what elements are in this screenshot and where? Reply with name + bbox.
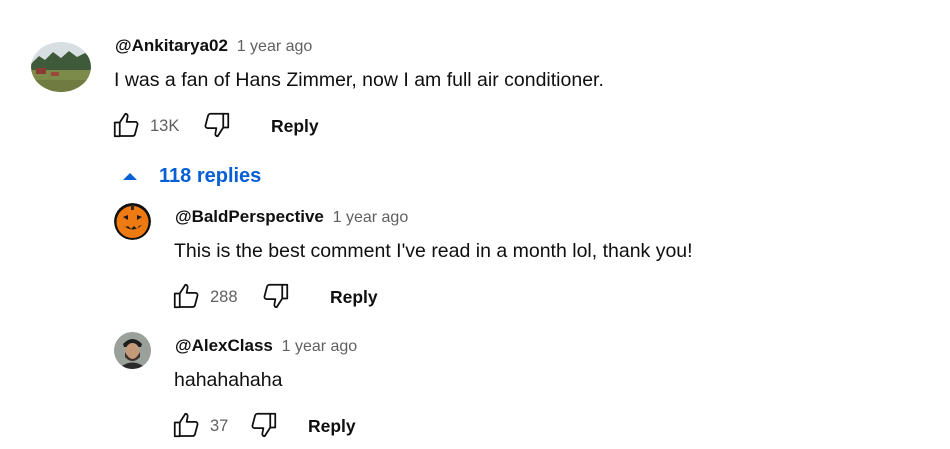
dislike-button[interactable] — [202, 110, 232, 140]
like-button[interactable] — [171, 281, 201, 311]
thumbs-down-icon — [204, 112, 230, 138]
person-photo-avatar-icon — [114, 332, 151, 369]
reply-item: @AlexClass 1 year ago hahahahaha 37 Repl… — [0, 325, 950, 449]
like-count: 13K — [150, 117, 180, 135]
landscape-photo-avatar-icon — [31, 42, 91, 92]
reply-timestamp[interactable]: 1 year ago — [282, 338, 358, 355]
avatar[interactable] — [114, 203, 151, 240]
replies-toggle-button[interactable]: 118 replies — [122, 163, 261, 189]
thumbs-up-icon — [173, 283, 199, 309]
dislike-button[interactable] — [261, 281, 291, 311]
thumbs-down-icon — [251, 412, 277, 438]
avatar[interactable] — [31, 42, 91, 92]
reply-header: @AlexClass 1 year ago — [175, 336, 357, 357]
reply-item: @BaldPerspective 1 year ago This is the … — [0, 195, 950, 320]
reply-author[interactable]: @BaldPerspective — [175, 207, 324, 226]
reply-button[interactable]: Reply — [308, 416, 356, 436]
thumbs-up-icon — [113, 112, 139, 138]
caret-up-icon — [123, 173, 137, 180]
like-button[interactable] — [111, 110, 141, 140]
reply-text: This is the best comment I've read in a … — [174, 240, 693, 262]
like-count: 288 — [210, 288, 238, 306]
reply-header: @BaldPerspective 1 year ago — [175, 207, 408, 228]
thumbs-down-icon — [263, 283, 289, 309]
reply-timestamp[interactable]: 1 year ago — [333, 209, 409, 226]
replies-count-label: 118 replies — [159, 165, 262, 187]
reply-button[interactable]: Reply — [330, 287, 378, 307]
reply-author[interactable]: @AlexClass — [175, 336, 273, 355]
like-button[interactable] — [171, 410, 201, 440]
dislike-button[interactable] — [249, 410, 279, 440]
thumbs-up-icon — [173, 412, 199, 438]
jack-o-lantern-avatar-icon — [114, 203, 151, 240]
comment-thread: @Ankitarya02 1 year ago I was a fan of H… — [0, 0, 950, 160]
comment-author[interactable]: @Ankitarya02 — [115, 36, 228, 55]
like-count: 37 — [210, 417, 229, 435]
reply-text: hahahahaha — [174, 369, 283, 391]
avatar[interactable] — [114, 332, 151, 369]
comment-text: I was a fan of Hans Zimmer, now I am ful… — [114, 69, 604, 91]
reply-button[interactable]: Reply — [271, 116, 319, 136]
comment-header: @Ankitarya02 1 year ago — [115, 36, 312, 57]
comment-timestamp[interactable]: 1 year ago — [237, 38, 313, 55]
